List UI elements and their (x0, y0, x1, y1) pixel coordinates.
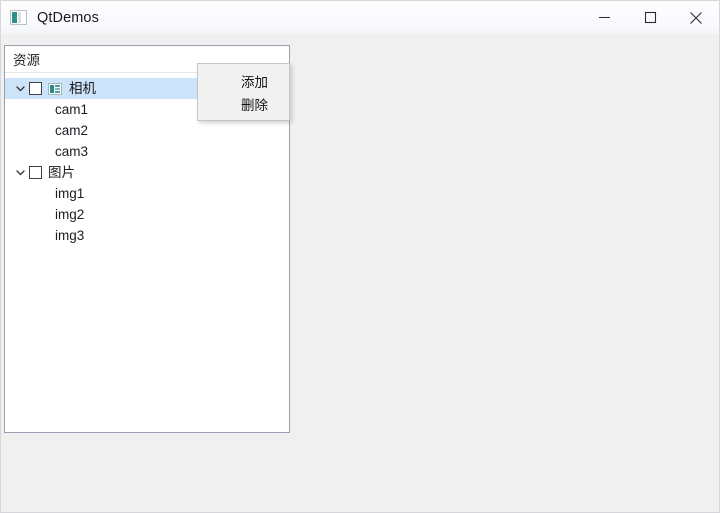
tree-item-row[interactable]: img3 (5, 225, 289, 246)
camera-item-icon (48, 82, 62, 95)
chevron-down-icon[interactable] (11, 162, 29, 183)
context-menu[interactable]: 添加 删除 (197, 63, 290, 121)
app-icon-shape-left (12, 12, 17, 23)
minimize-button[interactable] (581, 1, 627, 34)
context-menu-item-add[interactable]: 添加 (198, 69, 289, 92)
title-bar[interactable]: QtDemos (1, 1, 719, 34)
window-controls (581, 1, 719, 34)
tree-item-label: img1 (55, 186, 85, 201)
tree-group-row-pictures[interactable]: 图片 (5, 162, 289, 183)
app-icon-shape-right (18, 12, 21, 23)
maximize-button[interactable] (627, 1, 673, 34)
tree-group-label: 图片 (48, 165, 75, 180)
tree-item-row[interactable]: cam3 (5, 141, 289, 162)
tree-item-row[interactable]: img2 (5, 204, 289, 225)
close-button[interactable] (673, 1, 719, 34)
context-menu-item-delete[interactable]: 删除 (198, 92, 289, 115)
tree-item-row[interactable]: img1 (5, 183, 289, 204)
window-title: QtDemos (37, 9, 99, 26)
tree-item-row[interactable]: cam2 (5, 120, 289, 141)
tree-group-checkbox-camera[interactable] (29, 82, 42, 95)
tree-item-label: cam3 (55, 144, 89, 159)
tree-group-checkbox-pictures[interactable] (29, 166, 42, 179)
application-window: QtDemos 资源 相机 cam1 cam2 cam3 图片 img1 img… (0, 0, 720, 513)
chevron-down-icon[interactable] (11, 78, 29, 99)
tree-item-label: cam2 (55, 123, 89, 138)
tree-item-label: cam1 (55, 102, 89, 117)
tree-item-label: img2 (55, 207, 85, 222)
tree-header-label: 资源 (13, 53, 40, 68)
tree-item-label: img3 (55, 228, 85, 243)
app-icon (10, 10, 27, 25)
tree-group-label: 相机 (69, 81, 96, 96)
